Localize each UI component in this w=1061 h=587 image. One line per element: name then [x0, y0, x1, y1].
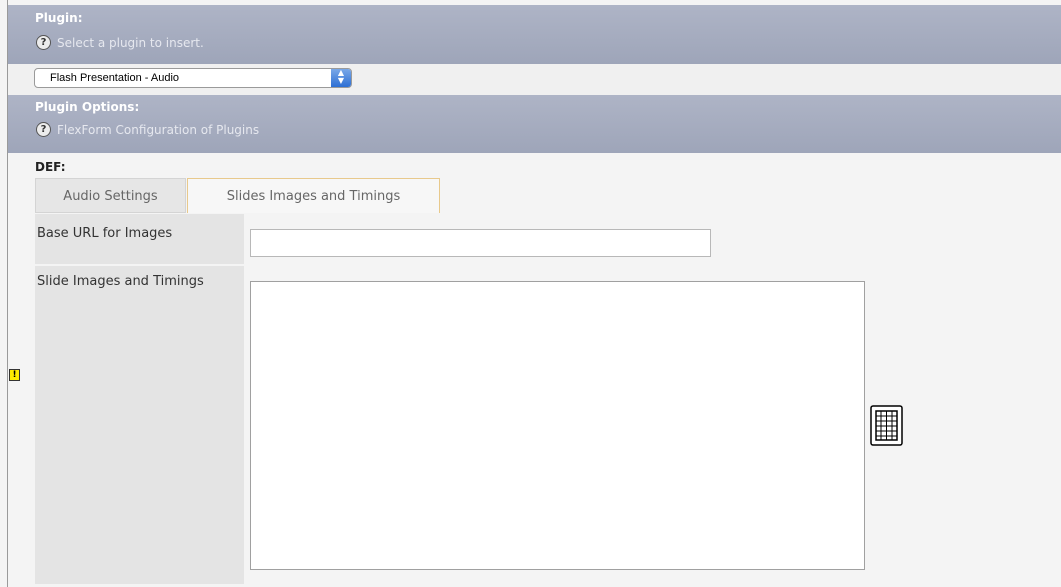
plugin-select[interactable]: Flash Presentation - Audio ▲ ▼	[34, 68, 352, 88]
slides-label: Slide Images and Timings	[37, 274, 204, 289]
sheet-label: DEF:	[35, 160, 66, 174]
help-icon[interactable]: ?	[36, 122, 51, 137]
plugin-options-description: FlexForm Configuration of Plugins	[57, 123, 260, 137]
select-arrows-icon[interactable]: ▲ ▼	[331, 69, 351, 87]
plugin-description: Select a plugin to insert.	[57, 36, 204, 50]
field-label-slides: Slide Images and Timings	[35, 266, 244, 584]
tab-slides-images-timings[interactable]: Slides Images and Timings	[187, 178, 440, 213]
field-label-base-url: Base URL for Images	[35, 214, 244, 264]
base-url-label: Base URL for Images	[37, 226, 173, 241]
warning-icon: !	[9, 369, 20, 381]
plugin-header: Plugin: ? Select a plugin to insert.	[8, 5, 1061, 64]
plugin-select-row: Flash Presentation - Audio ▲ ▼	[8, 64, 1061, 95]
plugin-select-value: Flash Presentation - Audio	[50, 72, 180, 84]
plugin-options-title: Plugin Options:	[35, 100, 140, 114]
plugin-title: Plugin:	[35, 11, 83, 25]
tab-audio-settings[interactable]: Audio Settings	[35, 178, 186, 213]
help-icon[interactable]: ?	[36, 35, 51, 50]
table-wizard-icon[interactable]	[870, 405, 903, 446]
base-url-input[interactable]	[250, 229, 711, 257]
slides-textarea[interactable]	[250, 281, 865, 570]
plugin-options-header: Plugin Options: ? FlexForm Configuration…	[8, 95, 1061, 153]
